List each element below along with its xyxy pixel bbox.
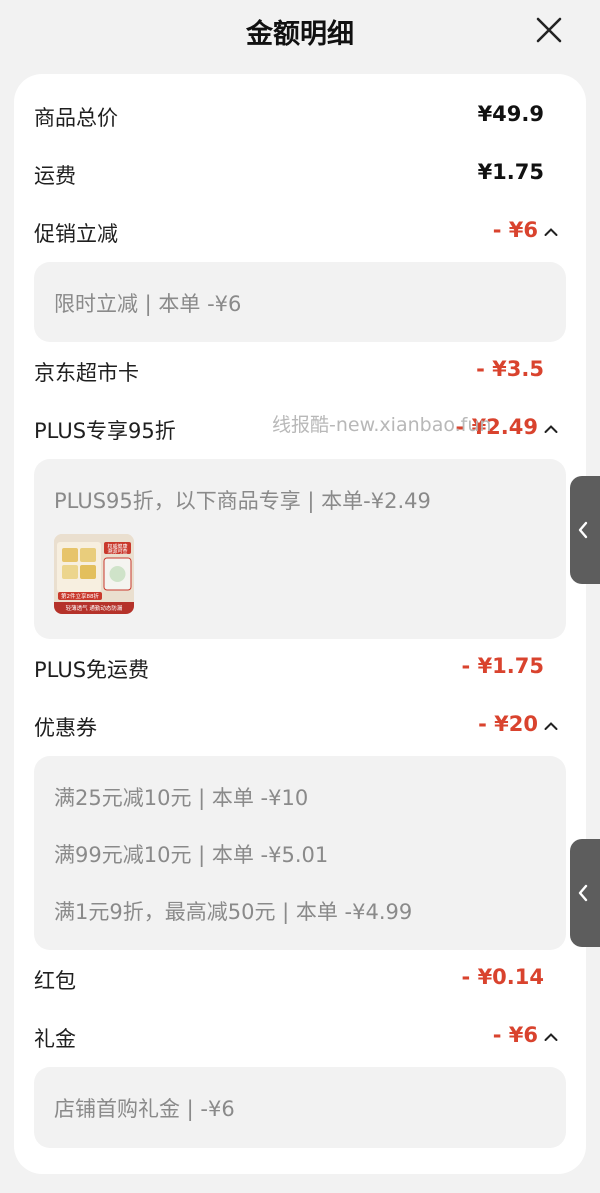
jd-card-label: 京东超市卡 [34, 361, 139, 385]
side-expand-tab[interactable] [570, 476, 600, 584]
plus-free-shipping-amount: - ¥1.75 [461, 654, 544, 678]
chevron-up-icon[interactable] [544, 424, 558, 434]
chevron-up-icon[interactable] [544, 1032, 558, 1042]
product-thumbnail[interactable]: 权威健康 溯源可查 第2件立享88折 轻薄透气 通勤动态防漏 [54, 534, 134, 614]
promo-detail-line: 限时立减 | 本单 -¥6 [54, 292, 242, 316]
watermark: 线报酷-new.xianbao.fun [272, 414, 492, 436]
coupon-detail-line: 满99元减10元 | 本单 -¥5.01 [54, 843, 329, 867]
promo-label: 促销立减 [34, 222, 118, 246]
page-title: 金额明细 [246, 19, 354, 50]
shipping-amount: ¥1.75 [477, 160, 544, 184]
row-jd-card: 京东超市卡 - ¥3.5 [34, 353, 558, 393]
amount-detail-card: 商品总价 ¥49.9 运费 ¥1.75 促销立减 - ¥6 限时立减 | 本单 … [14, 74, 586, 1174]
coupon-detail-panel: 满25元减10元 | 本单 -¥10 满99元减10元 | 本单 -¥5.01 … [34, 756, 566, 950]
red-packet-amount: - ¥0.14 [461, 965, 544, 989]
row-shipping: 运费 ¥1.75 [34, 156, 558, 196]
goods-total-amount: ¥49.9 [477, 102, 544, 126]
row-coupon[interactable]: 优惠券 - ¥20 [34, 708, 558, 748]
close-icon[interactable] [536, 17, 562, 43]
chevron-left-icon [578, 884, 588, 902]
plus-free-shipping-label: PLUS免运费 [34, 658, 150, 682]
thumb-promo: 第2件立享88折 [61, 592, 99, 600]
plus95-detail-line: PLUS95折，以下商品专享 | 本单-¥2.49 [54, 489, 431, 513]
gift-label: 礼金 [34, 1027, 76, 1051]
row-goods-total: 商品总价 ¥49.9 [34, 98, 558, 138]
coupon-detail-line: 满1元9折，最高减50元 | 本单 -¥4.99 [54, 900, 413, 924]
plus95-detail-panel: PLUS95折，以下商品专享 | 本单-¥2.49 权威健康 溯源可查 第2件立… [34, 459, 566, 639]
coupon-label: 优惠券 [34, 716, 97, 740]
row-gift[interactable]: 礼金 - ¥6 [34, 1019, 558, 1059]
product-image: 权威健康 溯源可查 第2件立享88折 轻薄透气 通勤动态防漏 [54, 534, 134, 614]
chevron-up-icon[interactable] [544, 227, 558, 237]
gift-detail-panel: 店铺首购礼金 | -¥6 [34, 1067, 566, 1148]
promo-detail-panel: 限时立减 | 本单 -¥6 [34, 262, 566, 342]
header: 金额明细 [0, 0, 600, 62]
row-plus-free-shipping: PLUS免运费 - ¥1.75 [34, 650, 558, 690]
side-expand-tab[interactable] [570, 839, 600, 947]
coupon-detail-line: 满25元减10元 | 本单 -¥10 [54, 786, 309, 810]
row-red-packet: 红包 - ¥0.14 [34, 961, 558, 1001]
row-promo[interactable]: 促销立减 - ¥6 [34, 214, 558, 254]
jd-card-amount: - ¥3.5 [476, 357, 544, 381]
shipping-label: 运费 [34, 164, 76, 188]
promo-amount: - ¥6 [492, 218, 538, 242]
goods-total-label: 商品总价 [34, 106, 118, 130]
red-packet-label: 红包 [34, 969, 76, 993]
chevron-left-icon [578, 521, 588, 539]
thumb-title-line-2: 溯源可查 [107, 548, 127, 555]
gift-detail-line: 店铺首购礼金 | -¥6 [54, 1097, 235, 1121]
coupon-amount: - ¥20 [478, 712, 538, 736]
gift-amount: - ¥6 [492, 1023, 538, 1047]
thumb-subtitle: 轻薄透气 通勤动态防漏 [66, 604, 123, 612]
plus95-label: PLUS专享95折 [34, 419, 176, 443]
chevron-up-icon[interactable] [544, 721, 558, 731]
